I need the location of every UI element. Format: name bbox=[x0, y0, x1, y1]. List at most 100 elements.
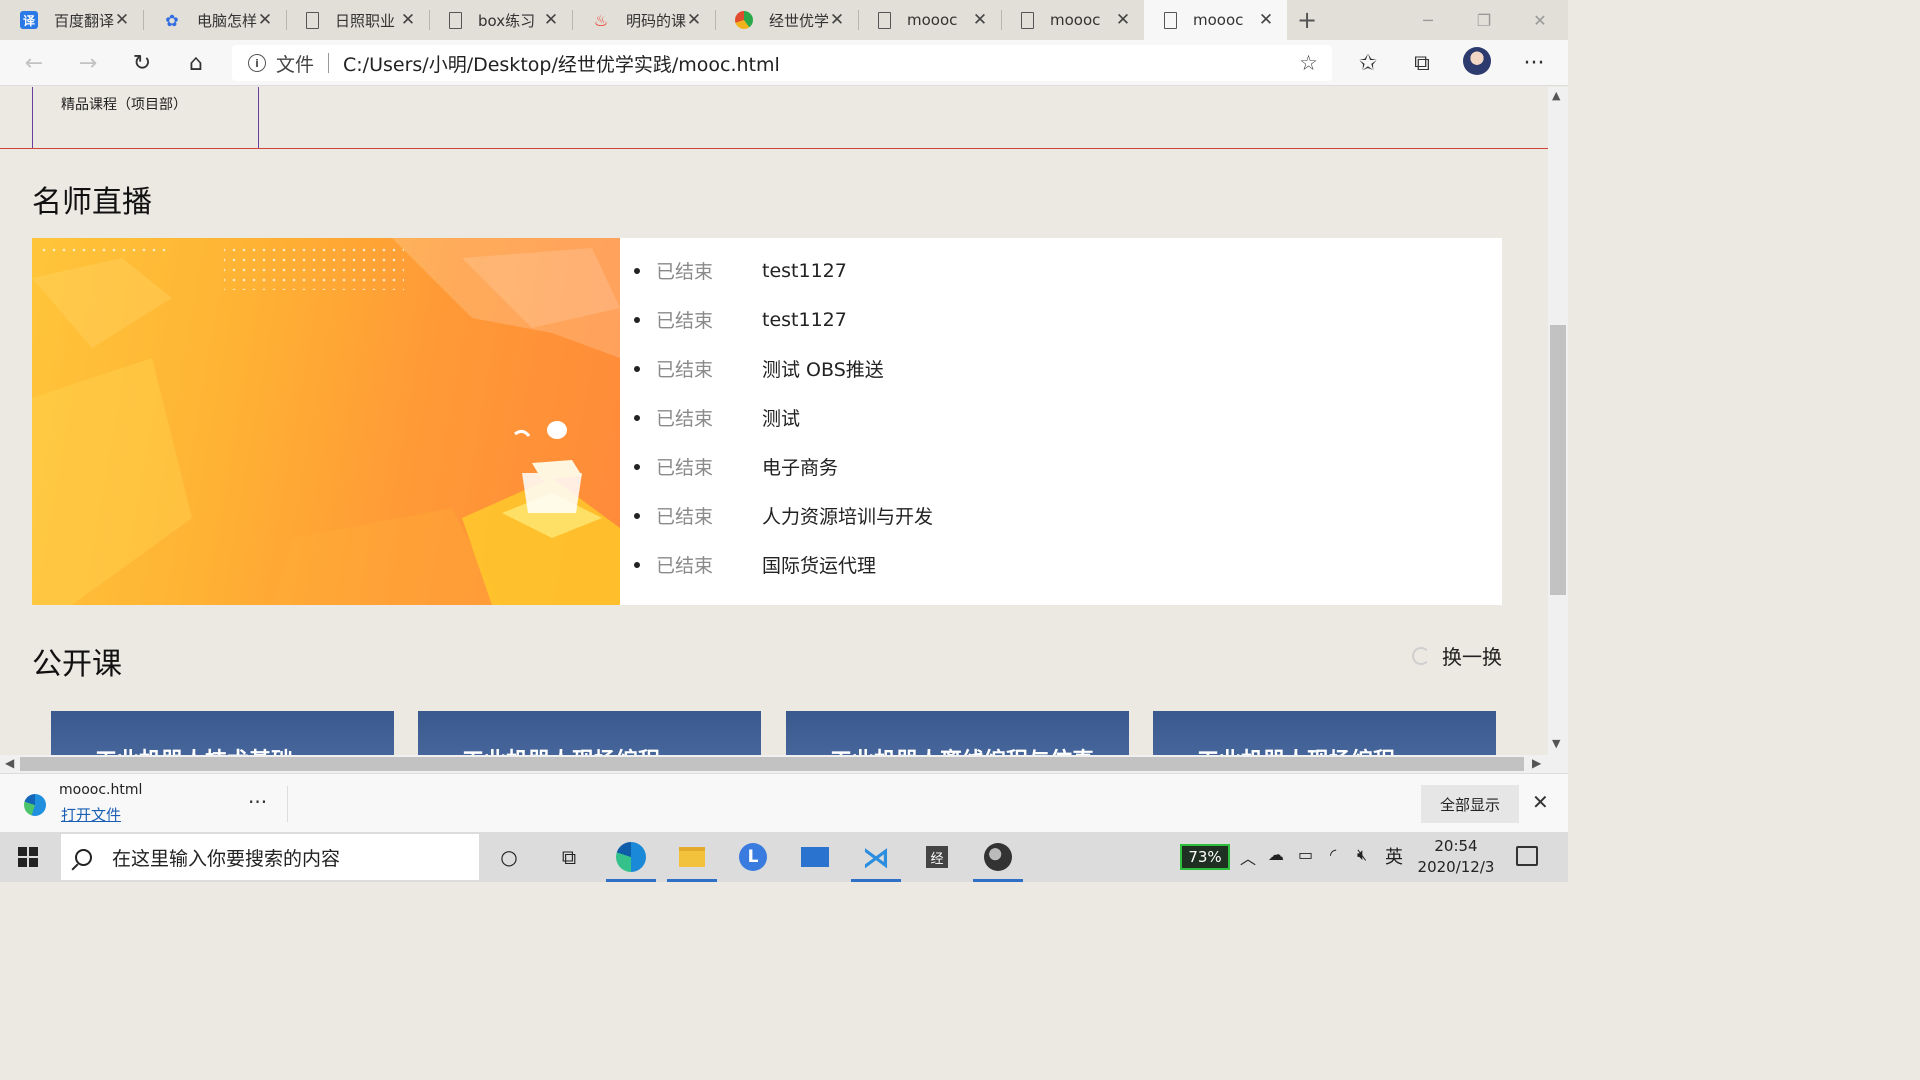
close-icon[interactable]: ✕ bbox=[971, 10, 989, 30]
tab-3[interactable]: box练习 ✕ bbox=[429, 0, 572, 40]
windows-start-icon[interactable] bbox=[18, 847, 38, 867]
live-status: 已结束 bbox=[656, 310, 714, 332]
home-icon[interactable]: ⌂ bbox=[178, 46, 214, 80]
taskbar-mail[interactable] bbox=[786, 832, 844, 882]
download-bar: moooc.html 打开文件 ··· 全部显示 ✕ bbox=[0, 773, 1568, 832]
notification-center-icon[interactable] bbox=[1516, 846, 1538, 866]
refresh-button[interactable]: 换一换 bbox=[1412, 641, 1502, 670]
horizontal-scrollbar[interactable]: ◀ ▶ bbox=[0, 755, 1548, 773]
download-divider bbox=[287, 786, 288, 822]
task-view-icon[interactable]: ⧉ bbox=[540, 832, 598, 882]
live-item[interactable]: 已结束 测试 bbox=[633, 393, 933, 442]
restore-icon[interactable]: ❐ bbox=[1456, 0, 1512, 40]
live-item[interactable]: 已结束 测试 OBS推送 bbox=[633, 344, 933, 393]
taskbar-search-box[interactable]: 在这里输入你要搜索的内容 bbox=[61, 834, 479, 880]
close-icon[interactable]: ✕ bbox=[1114, 10, 1132, 30]
course-card[interactable]: 工业机器人离线编程与仿真 bbox=[786, 711, 1129, 755]
profile-avatar[interactable] bbox=[1463, 47, 1491, 75]
taskbar-clock[interactable]: 20:54 2020/12/3 bbox=[1416, 836, 1496, 878]
tab-8-active[interactable]: moooc ✕ bbox=[1144, 0, 1287, 40]
show-all-button[interactable]: 全部显示 bbox=[1421, 785, 1519, 823]
close-icon[interactable]: ✕ bbox=[685, 10, 703, 30]
onedrive-cloud-icon[interactable]: ☁ bbox=[1268, 845, 1284, 864]
tab-6[interactable]: moooc ✕ bbox=[858, 0, 1001, 40]
volume-muted-icon[interactable]: 🔇︎ bbox=[1357, 845, 1367, 865]
live-item[interactable]: 已结束 人力资源培训与开发 bbox=[633, 491, 933, 540]
refresh-label: 换一换 bbox=[1442, 645, 1502, 669]
tab-7[interactable]: moooc ✕ bbox=[1001, 0, 1144, 40]
favorites-list-icon[interactable]: ✩ bbox=[1350, 46, 1386, 80]
close-icon[interactable]: ✕ bbox=[113, 10, 131, 30]
close-icon[interactable]: ✕ bbox=[828, 10, 846, 30]
tab-1[interactable]: ✿ 电脑怎样 ✕ bbox=[143, 0, 286, 40]
open-file-link[interactable]: 打开文件 bbox=[61, 804, 121, 825]
live-name[interactable]: test1127 bbox=[762, 260, 847, 282]
info-icon[interactable]: i bbox=[248, 54, 266, 72]
collections-icon[interactable]: ⧉ bbox=[1404, 46, 1440, 80]
close-icon[interactable]: ✕ bbox=[256, 10, 274, 30]
live-name[interactable]: 电子商务 bbox=[762, 453, 838, 480]
taskbar-edge[interactable] bbox=[602, 832, 660, 882]
close-icon[interactable]: ✕ bbox=[399, 10, 417, 30]
live-item[interactable]: 已结束 test1127 bbox=[633, 295, 933, 344]
scroll-right-icon[interactable]: ▶ bbox=[1532, 756, 1541, 770]
taskbar-app-l[interactable]: L bbox=[724, 832, 782, 882]
back-arrow-icon[interactable]: ← bbox=[16, 46, 52, 80]
course-card[interactable]: 工业机器人现场编程 bbox=[1153, 711, 1496, 755]
tab-2[interactable]: 日照职业 ✕ bbox=[286, 0, 429, 40]
course-card-title: 工业机器人技术基础 bbox=[95, 743, 293, 755]
live-item[interactable]: 已结束 国际货运代理 bbox=[633, 540, 933, 589]
ime-indicator[interactable]: 英 bbox=[1385, 843, 1403, 869]
more-options-icon[interactable]: ··· bbox=[1516, 46, 1552, 80]
favorite-star-icon[interactable]: ☆ bbox=[1299, 51, 1318, 75]
tab-4[interactable]: ♨ 明码的课 ✕ bbox=[572, 0, 715, 40]
address-bar[interactable]: i 文件 C:/Users/小明/Desktop/经世优学实践/mooc.htm… bbox=[232, 45, 1332, 81]
live-name[interactable]: 人力资源培训与开发 bbox=[762, 502, 933, 529]
tab-0[interactable]: 译 百度翻译 ✕ bbox=[0, 0, 143, 40]
course-menu-box[interactable]: 精品课程（项目部） bbox=[32, 87, 259, 149]
window-close-icon[interactable]: ✕ bbox=[1512, 0, 1568, 40]
live-item[interactable]: 已结束 电子商务 bbox=[633, 442, 933, 491]
tab-title: 日照职业 bbox=[335, 11, 396, 30]
taskbar-vscode[interactable]: ⋊ bbox=[847, 832, 905, 882]
vertical-scrollbar[interactable]: ▲ ▼ bbox=[1548, 87, 1568, 755]
battery-percent-badge[interactable]: 73% bbox=[1180, 844, 1230, 870]
scroll-up-icon[interactable]: ▲ bbox=[1552, 89, 1560, 102]
wifi-icon[interactable]: ◜ bbox=[1330, 845, 1336, 864]
course-card[interactable]: 工业机器人技术基础 bbox=[51, 711, 394, 755]
clock-date: 2020/12/3 bbox=[1417, 858, 1495, 876]
new-tab-button[interactable]: + bbox=[1287, 0, 1327, 40]
course-menu-label[interactable]: 精品课程（项目部） bbox=[61, 94, 187, 114]
search-icon bbox=[75, 848, 92, 866]
url-text[interactable]: C:/Users/小明/Desktop/经世优学实践/mooc.html bbox=[343, 50, 780, 77]
live-name[interactable]: 测试 OBS推送 bbox=[762, 355, 884, 382]
download-file-name[interactable]: moooc.html bbox=[59, 782, 142, 798]
vertical-scroll-thumb[interactable] bbox=[1550, 325, 1566, 595]
close-icon[interactable]: ✕ bbox=[1257, 10, 1275, 30]
live-name[interactable]: 测试 bbox=[762, 404, 800, 431]
battery-icon[interactable]: ▭ bbox=[1298, 845, 1313, 864]
tray-chevron-up-icon[interactable]: ︿ bbox=[1240, 845, 1256, 869]
taskbar-game-app[interactable] bbox=[969, 832, 1027, 882]
live-banner-image[interactable] bbox=[32, 238, 620, 605]
forward-arrow-icon[interactable]: → bbox=[70, 46, 106, 80]
minimize-icon[interactable]: ─ bbox=[1400, 0, 1456, 40]
close-download-bar-icon[interactable]: ✕ bbox=[1532, 790, 1549, 814]
taskbar-search-placeholder[interactable]: 在这里输入你要搜索的内容 bbox=[112, 844, 340, 871]
taskbar-jing-app[interactable]: 经 bbox=[908, 832, 966, 882]
reload-icon[interactable]: ↻ bbox=[124, 46, 160, 80]
live-name[interactable]: 国际货运代理 bbox=[762, 551, 876, 578]
live-name[interactable]: test1127 bbox=[762, 309, 847, 331]
download-more-icon[interactable]: ··· bbox=[248, 790, 267, 814]
close-icon[interactable]: ✕ bbox=[542, 10, 560, 30]
cortana-icon[interactable]: ○ bbox=[480, 832, 538, 882]
tab-title: moooc bbox=[1050, 11, 1101, 29]
scroll-down-icon[interactable]: ▼ bbox=[1552, 737, 1560, 750]
live-item[interactable]: 已结束 test1127 bbox=[633, 246, 933, 295]
vscode-icon: ⋊ bbox=[862, 840, 890, 874]
tab-5[interactable]: 经世优学 ✕ bbox=[715, 0, 858, 40]
scroll-left-icon[interactable]: ◀ bbox=[5, 756, 14, 770]
horizontal-scroll-thumb[interactable] bbox=[20, 757, 1524, 771]
taskbar-file-explorer[interactable] bbox=[663, 832, 721, 882]
course-card[interactable]: 工业机器人现场编程 bbox=[418, 711, 761, 755]
